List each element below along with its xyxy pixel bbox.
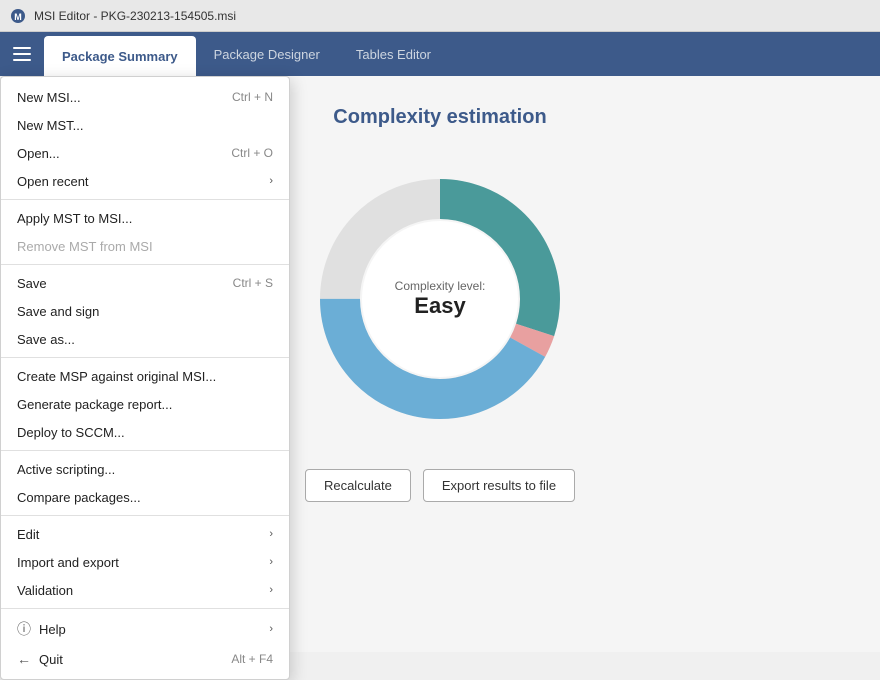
donut-chart: Complexity level: Easy <box>310 169 570 429</box>
chevron-right-icon-help: › <box>269 623 273 635</box>
menu-separator-5 <box>1 515 289 516</box>
menu-separator-6 <box>1 608 289 609</box>
title-bar-text: MSI Editor - PKG-230213-154505.msi <box>34 9 236 23</box>
menu-item-help[interactable]: ⓘ Help › <box>1 613 289 645</box>
menu-item-save-sign[interactable]: Save and sign <box>1 297 289 325</box>
menu-item-import-export[interactable]: Import and export › <box>1 548 289 576</box>
menu-item-generate-report[interactable]: Generate package report... <box>1 390 289 418</box>
menu-separator-1 <box>1 199 289 200</box>
help-icon: ⓘ <box>17 619 31 639</box>
complexity-level-value: Easy <box>395 293 486 319</box>
complexity-title: Complexity estimation <box>333 106 546 129</box>
menu-item-remove-mst: Remove MST from MSI <box>1 232 289 260</box>
menu-item-edit[interactable]: Edit › <box>1 520 289 548</box>
svg-text:M: M <box>14 12 22 22</box>
menu-item-save[interactable]: Save Ctrl + S <box>1 269 289 297</box>
menu-button[interactable] <box>0 32 44 76</box>
menu-item-open[interactable]: Open... Ctrl + O <box>1 139 289 167</box>
tab-package-summary[interactable]: Package Summary <box>44 36 196 76</box>
menu-separator-4 <box>1 450 289 451</box>
buttons-row: Recalculate Export results to file <box>305 469 575 502</box>
menu-item-active-scripting[interactable]: Active scripting... <box>1 455 289 483</box>
app-icon: M <box>10 8 26 24</box>
export-results-button[interactable]: Export results to file <box>423 469 575 502</box>
menu-separator-3 <box>1 357 289 358</box>
menu-separator-2 <box>1 264 289 265</box>
tab-package-designer[interactable]: Package Designer <box>196 32 338 76</box>
complexity-level-label: Complexity level: <box>395 279 486 293</box>
donut-center-text: Complexity level: Easy <box>395 279 486 319</box>
chevron-right-icon: › <box>269 175 273 187</box>
main-content: New MSI... Ctrl + N New MST... Open... C… <box>0 76 880 652</box>
title-bar: M MSI Editor - PKG-230213-154505.msi <box>0 0 880 32</box>
nav-bar: Package Summary Package Designer Tables … <box>0 32 880 76</box>
chevron-right-icon-validation: › <box>269 584 273 596</box>
quit-icon: ← <box>17 651 31 667</box>
menu-item-deploy-sccm[interactable]: Deploy to SCCM... <box>1 418 289 446</box>
menu-item-new-msi[interactable]: New MSI... Ctrl + N <box>1 83 289 111</box>
menu-item-save-as[interactable]: Save as... <box>1 325 289 353</box>
menu-item-new-mst[interactable]: New MST... <box>1 111 289 139</box>
chevron-right-icon-edit: › <box>269 528 273 540</box>
menu-item-compare-packages[interactable]: Compare packages... <box>1 483 289 511</box>
menu-item-create-msp[interactable]: Create MSP against original MSI... <box>1 362 289 390</box>
menu-item-quit[interactable]: ← Quit Alt + F4 <box>1 645 289 673</box>
menu-item-apply-mst[interactable]: Apply MST to MSI... <box>1 204 289 232</box>
dropdown-menu: New MSI... Ctrl + N New MST... Open... C… <box>0 76 290 680</box>
menu-item-open-recent[interactable]: Open recent › <box>1 167 289 195</box>
menu-item-validation[interactable]: Validation › <box>1 576 289 604</box>
nav-tabs: Package Summary Package Designer Tables … <box>44 32 449 76</box>
tab-tables-editor[interactable]: Tables Editor <box>338 32 449 76</box>
recalculate-button[interactable]: Recalculate <box>305 469 411 502</box>
chevron-right-icon-import: › <box>269 556 273 568</box>
